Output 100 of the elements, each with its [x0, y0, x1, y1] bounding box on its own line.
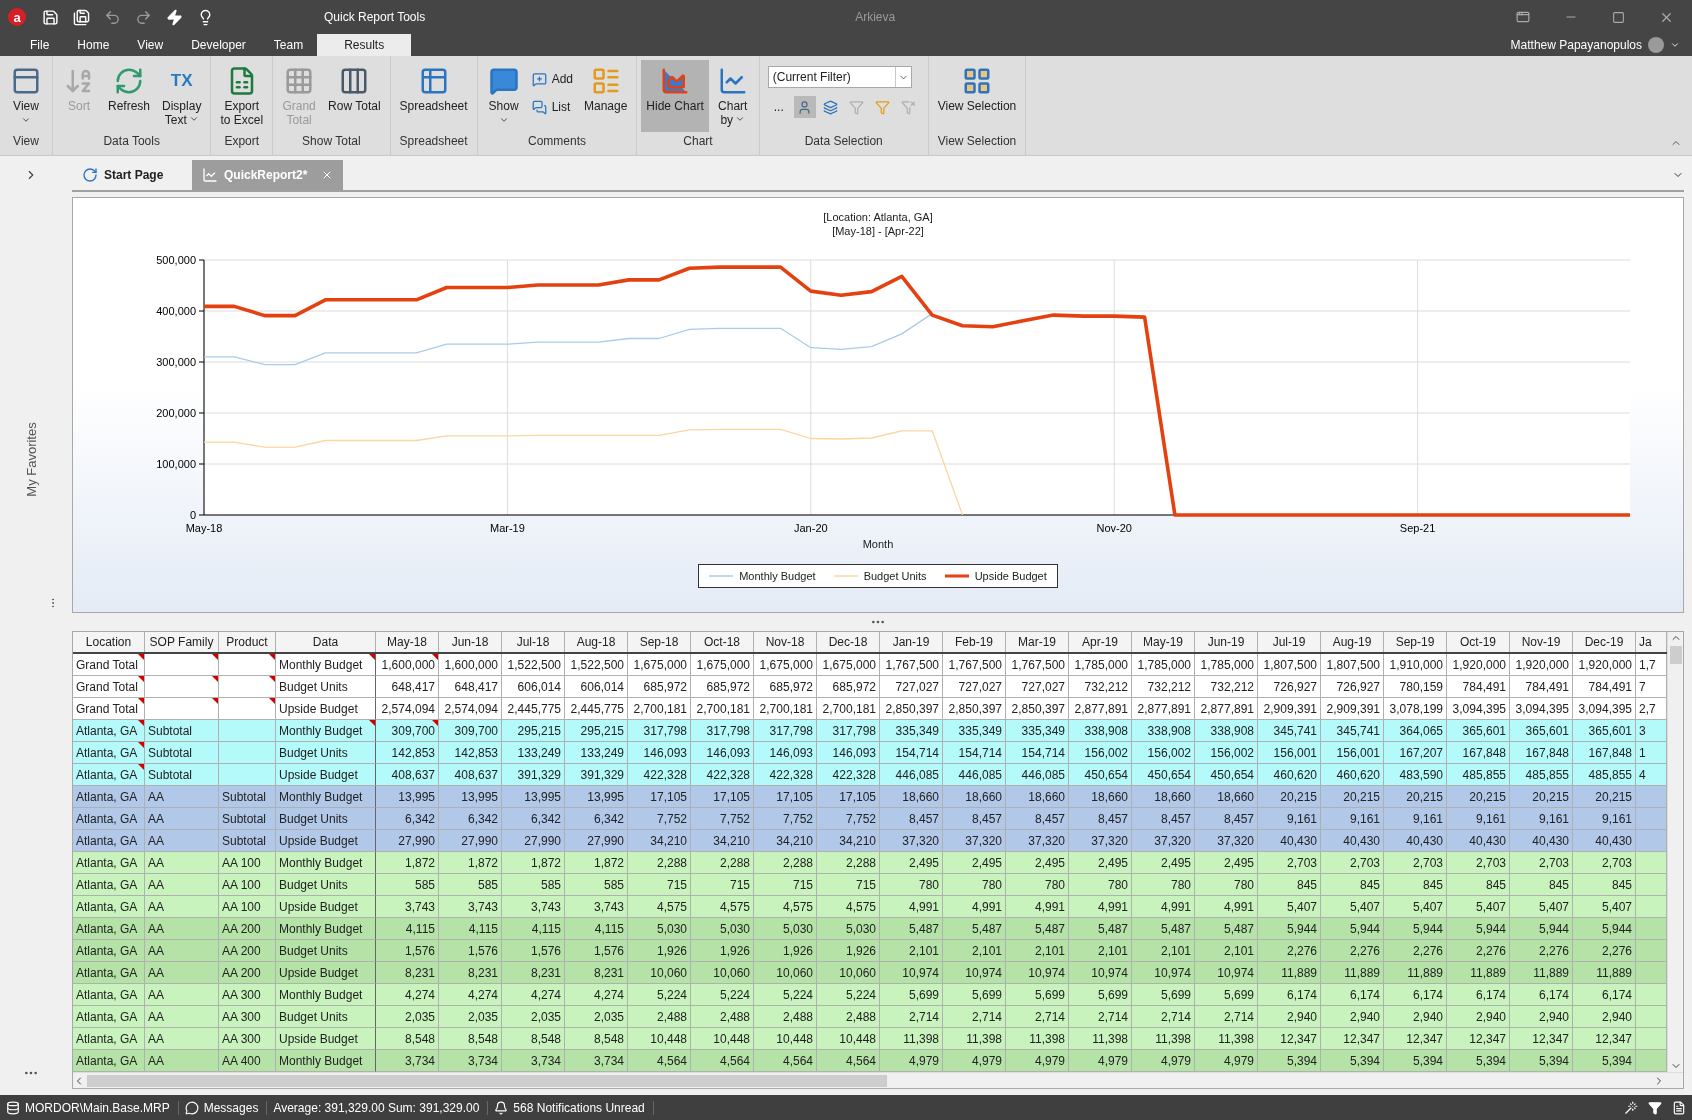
- table-row[interactable]: Atlanta, GA AA Subtotal Monthly Budget 13,995 13,995 13,995 13,995 17,105 17,105 17,105 17,105 18,660 18,660 18,660 18,660 18,660 18,660 20,215 20,215 20,215 20,215 20,215 20,215: [73, 786, 1667, 808]
- menu-tab[interactable]: Home: [63, 34, 124, 56]
- undo-icon[interactable]: [104, 8, 121, 26]
- column-header[interactable]: SOP Family: [145, 632, 219, 652]
- restore-icon[interactable]: [1516, 10, 1530, 24]
- maximize-icon[interactable]: [1612, 10, 1625, 24]
- legend-label: Upside Budget: [974, 570, 1047, 582]
- column-header[interactable]: Dec-19: [1573, 632, 1636, 652]
- table-row[interactable]: Atlanta, GA Subtotal Monthly Budget 309,700 309,700 295,215 295,215 317,798 317,798 317,798 317,798 335,349 335,349 335,349 338,908 338,908 338,908 345,741 345,741 364,065 365,601 365,601 365,601 3: [73, 720, 1667, 742]
- comment-add-icon: [531, 71, 547, 87]
- table-row[interactable]: Atlanta, GA AA AA 200 Upside Budget 8,231 8,231 8,231 8,231 10,060 10,060 10,060 10,060 10,974 10,974 10,974 10,974 10,974 10,974 11,889 11,889 11,889 11,889 11,889 11,889: [73, 962, 1667, 984]
- ribbon-button[interactable]: Manage: [579, 60, 633, 132]
- column-header[interactable]: Oct-18: [691, 632, 754, 652]
- table-row[interactable]: Atlanta, GA Subtotal Budget Units 142,853 142,853 133,249 133,249 146,093 146,093 146,093 146,093 154,714 154,714 154,714 156,002 156,002 156,002 156,001 156,001 167,207 167,848 167,848 167,848 1: [73, 742, 1667, 764]
- column-header[interactable]: Jan-19: [880, 632, 943, 652]
- column-header[interactable]: Product: [219, 632, 276, 652]
- column-header[interactable]: Aug-18: [565, 632, 628, 652]
- table-row[interactable]: Atlanta, GA AA AA 100 Budget Units 585 585 585 585 715 715 715 715 780 780 780 780 780 780 845 845 845 845 845 845: [73, 874, 1667, 896]
- column-header[interactable]: Sep-19: [1384, 632, 1447, 652]
- ribbon-button[interactable]: Chart by: [710, 60, 755, 132]
- status-text: 568 Notifications Unread: [513, 1100, 645, 1115]
- grid-icon: [284, 66, 315, 96]
- tick-label: 300,000: [156, 356, 196, 368]
- menu-tab[interactable]: View: [123, 34, 178, 56]
- column-header[interactable]: Sep-18: [628, 632, 691, 652]
- tick-label: May-18: [185, 522, 223, 534]
- scrollbar-thumb[interactable]: [87, 1074, 887, 1087]
- status-text: Average: 391,329.00 Sum: 391,329.00: [273, 1100, 480, 1115]
- legend-label: Monthly Budget: [739, 570, 816, 582]
- ribbon-button[interactable]: Refresh: [103, 60, 156, 132]
- line-chart-icon: [202, 167, 218, 183]
- window-title: Arkieva: [855, 10, 896, 24]
- ribbon-button[interactable]: Spreadsheet: [394, 60, 473, 132]
- more-button[interactable]: ...: [767, 100, 790, 114]
- column-header[interactable]: Location: [73, 632, 145, 652]
- menu-tab[interactable]: Results: [317, 34, 412, 56]
- column-header[interactable]: Nov-18: [754, 632, 817, 652]
- column-header[interactable]: Jul-18: [502, 632, 565, 652]
- column-header[interactable]: Jun-18: [439, 632, 502, 652]
- table-row[interactable]: Atlanta, GA AA Subtotal Upside Budget 27,990 27,990 27,990 27,990 34,210 34,210 34,210 34,210 37,320 37,320 37,320 37,320 37,320 37,320 40,430 40,430 40,430 40,430 40,430 40,430: [73, 830, 1667, 852]
- column-header[interactable]: Jul-19: [1258, 632, 1321, 652]
- favorites-label[interactable]: My Favorites: [23, 422, 39, 497]
- document-icon[interactable]: [1672, 1100, 1686, 1115]
- column-header[interactable]: May-19: [1132, 632, 1195, 652]
- speech-bubble-icon: [184, 1100, 199, 1115]
- ribbon-button[interactable]: View Selection: [932, 60, 1022, 132]
- horizontal-scrollbar[interactable]: [73, 1072, 1683, 1088]
- ribbon-button[interactable]: Export to Excel: [215, 60, 269, 132]
- group-label: View Selection: [937, 134, 1017, 150]
- tool-button[interactable]: [793, 96, 816, 118]
- column-header[interactable]: Oct-19: [1447, 632, 1510, 652]
- table-row[interactable]: Atlanta, GA AA AA 300 Budget Units 2,035 2,035 2,035 2,035 2,488 2,488 2,488 2,488 2,714 2,714 2,714 2,714 2,714 2,714 2,940 2,940 2,940 2,940 2,940 2,940: [73, 1006, 1667, 1028]
- table-row[interactable]: [73, 698, 1667, 720]
- chart-subtitle: [May-18] - [Apr-22]: [832, 224, 924, 238]
- ribbon-button[interactable]: View: [4, 60, 48, 132]
- lightning-icon[interactable]: [166, 8, 183, 26]
- redo-icon[interactable]: [135, 8, 152, 26]
- ribbon-button[interactable]: Show: [481, 60, 526, 132]
- table-row[interactable]: Atlanta, GA AA AA 200 Budget Units 1,576 1,576 1,576 1,576 1,926 1,926 1,926 1,926 2,101 2,101 2,101 2,101 2,101 2,101 2,276 2,276 2,276 2,276 2,276 2,276: [73, 940, 1667, 962]
- column-header[interactable]: Aug-19: [1321, 632, 1384, 652]
- table-row[interactable]: Atlanta, GA Subtotal Upside Budget 408,637 408,637 391,329 391,329 422,328 422,328 422,328 422,328 446,085 446,085 446,085 450,654 450,654 450,654 460,620 460,620 483,590 485,855 485,855 485,855 4: [73, 764, 1667, 786]
- column-header[interactable]: Apr-19: [1069, 632, 1132, 652]
- filter-clear-icon: [901, 99, 917, 115]
- column-header[interactable]: Feb-19: [943, 632, 1006, 652]
- column-header[interactable]: Dec-18: [817, 632, 880, 652]
- ribbon-button[interactable]: TX Display Text: [157, 60, 207, 132]
- ribbon-button[interactable]: Hide Chart: [641, 60, 709, 132]
- table-row[interactable]: [73, 654, 1667, 676]
- table-row[interactable]: Atlanta, GA AA AA 200 Monthly Budget 4,115 4,115 4,115 4,115 5,030 5,030 5,030 5,030 5,487 5,487 5,487 5,487 5,487 5,487 5,944 5,944 5,944 5,944 5,944 5,944: [73, 918, 1667, 940]
- wand-icon[interactable]: [1624, 1100, 1638, 1115]
- table-row[interactable]: Atlanta, GA AA AA 100 Upside Budget 3,743 3,743 3,743 3,743 4,575 4,575 4,575 4,575 4,991 4,991 4,991 4,991 4,991 4,991 5,407 5,407 5,407 5,407 5,407 5,407: [73, 896, 1667, 918]
- table-row[interactable]: Atlanta, GA AA AA 300 Monthly Budget 4,274 4,274 4,274 4,274 5,224 5,224 5,224 5,224 5,699 5,699 5,699 5,699 5,699 5,699 6,174 6,174 6,174 6,174 6,174 6,174: [73, 984, 1667, 1006]
- column-header[interactable]: Mar-19: [1006, 632, 1069, 652]
- document-tab[interactable]: Start Page: [72, 160, 188, 190]
- menu-tab[interactable]: File: [16, 34, 64, 56]
- table-row[interactable]: Grand Total Budget Units 648,417 648,417 606,014 606,014 685,972 685,972 685,972 685,972 727,027 727,027 727,027 732,212 732,212 732,212 726,927 726,927 780,159 784,491 784,491 784,491 7: [73, 676, 1667, 698]
- table-row[interactable]: Atlanta, GA AA AA 100 Monthly Budget 1,872 1,872 1,872 1,872 2,288 2,288 2,288 2,288 2,495 2,495 2,495 2,495 2,495 2,495 2,703 2,703 2,703 2,703 2,703 2,703: [73, 852, 1667, 874]
- tick-label: 400,000: [156, 305, 196, 317]
- avatar-icon[interactable]: [1648, 37, 1664, 53]
- table-row[interactable]: Atlanta, GA AA Subtotal Budget Units 6,342 6,342 6,342 6,342 7,752 7,752 7,752 7,752 8,457 8,457 8,457 8,457 8,457 8,457 9,161 9,161 9,161 9,161 9,161 9,161: [73, 808, 1667, 830]
- filter-select[interactable]: (Current Filter): [767, 66, 912, 88]
- column-header[interactable]: May-18: [376, 632, 439, 652]
- caret-icon: [1670, 40, 1680, 50]
- filter-icon[interactable]: [1648, 1100, 1662, 1115]
- column-header[interactable]: Nov-19: [1510, 632, 1573, 652]
- vertical-scrollbar[interactable]: [1667, 632, 1683, 1072]
- column-header[interactable]: Jun-19: [1195, 632, 1258, 652]
- grid-icon: [962, 66, 992, 96]
- ribbon-button[interactable]: Add: [527, 68, 577, 90]
- menu-tab[interactable]: Developer: [177, 34, 260, 56]
- table-row[interactable]: Atlanta, GA AA AA 400 Monthly Budget 3,734 3,734 3,734 3,734 4,564 4,564 4,564 4,564 4,979 4,979 4,979 4,979 4,979 4,979 5,394 5,394 5,394 5,394 5,394 5,394: [73, 1050, 1667, 1072]
- ribbon-button[interactable]: List: [527, 96, 577, 118]
- scrollbar-thumb[interactable]: [1669, 646, 1682, 664]
- refresh-icon: [114, 66, 144, 96]
- save-all-icon[interactable]: [73, 8, 90, 26]
- column-header[interactable]: Data: [276, 632, 376, 652]
- ribbon-button[interactable]: Row Total: [323, 60, 386, 132]
- table-row[interactable]: Atlanta, GA AA AA 300 Upside Budget 8,548 8,548 8,548 8,548 10,448 10,448 10,448 10,448 11,398 11,398 11,398 11,398 11,398 11,398 12,347 12,347 12,347 12,347 12,347 12,347: [73, 1028, 1667, 1050]
- save-icon[interactable]: [42, 8, 59, 26]
- menu-tab[interactable]: Team: [259, 34, 318, 56]
